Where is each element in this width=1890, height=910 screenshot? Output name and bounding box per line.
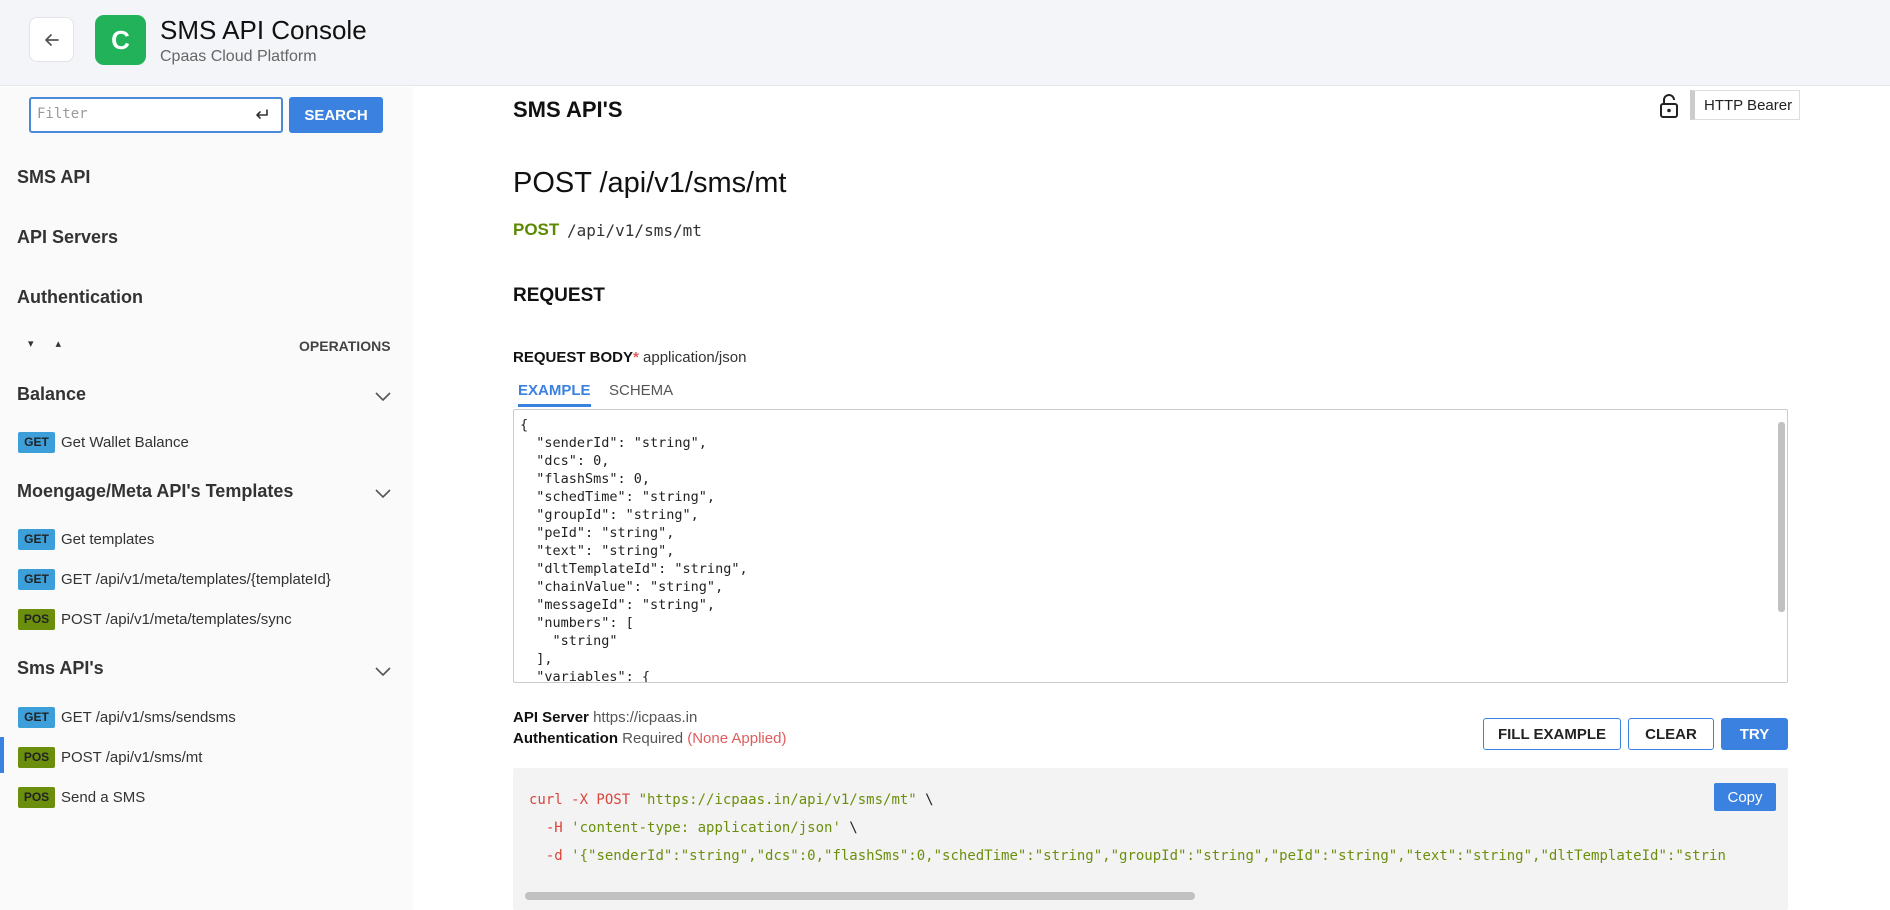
active-item-indicator	[0, 737, 4, 773]
request-body-label: REQUEST BODY* application/json	[513, 349, 746, 366]
method-badge-get: GET	[18, 528, 55, 550]
chevron-down-icon[interactable]	[374, 487, 392, 499]
http-method: POST	[513, 220, 560, 239]
main-content: SMS API'S HTTP Bearer POST /api/v1/sms/m…	[413, 87, 1890, 910]
api-server-line: API Server https://icpaas.in	[513, 709, 697, 726]
op-label: POST /api/v1/sms/mt	[61, 748, 203, 766]
required-mark: *	[633, 349, 639, 366]
operations-heading: OPERATIONS	[299, 338, 391, 354]
curl-continuation: \	[916, 792, 934, 808]
back-button[interactable]	[29, 17, 74, 62]
method-badge-post: POS	[18, 786, 55, 808]
app-header: C SMS API Console Cpaas Cloud Platform	[0, 0, 1890, 86]
curl-scrollbar-thumb[interactable]	[525, 892, 1195, 900]
method-badge-get: GET	[18, 706, 55, 728]
chevron-down-icon[interactable]	[374, 665, 392, 677]
curl-code: curl -X POST "https://icpaas.in/api/v1/s…	[529, 786, 1726, 870]
copy-button[interactable]: Copy	[1714, 783, 1776, 811]
authentication-label: Authentication	[513, 730, 618, 747]
arrow-left-icon	[44, 33, 59, 46]
clear-button[interactable]: CLEAR	[1628, 718, 1714, 750]
api-server-value: https://icpaas.in	[593, 709, 698, 726]
request-body-text[interactable]: { "senderId": "string", "dcs": 0, "flash…	[520, 416, 748, 682]
filter-field[interactable]	[29, 97, 283, 133]
op-get-sendsms[interactable]: GET GET /api/v1/sms/sendsms	[18, 706, 236, 728]
endpoint-title: POST /api/v1/sms/mt	[513, 167, 787, 199]
op-get-templates[interactable]: GET Get templates	[18, 528, 154, 550]
group-sms-apis[interactable]: Sms API's	[17, 658, 104, 679]
fill-example-button[interactable]: FILL EXAMPLE	[1483, 718, 1621, 750]
curl-flag: -X POST	[562, 792, 639, 808]
endpoint-path: /api/v1/sms/mt	[567, 221, 702, 240]
tab-schema[interactable]: SCHEMA	[609, 382, 673, 399]
method-badge-post: POS	[18, 746, 55, 768]
group-moengage-templates[interactable]: Moengage/Meta API's Templates	[17, 481, 293, 502]
filter-input[interactable]	[37, 106, 247, 122]
method-badge-get: GET	[18, 568, 55, 590]
op-get-template-by-id[interactable]: GET GET /api/v1/meta/templates/{template…	[18, 568, 331, 590]
method-badge-post: POS	[18, 608, 55, 630]
curl-snippet: curl -X POST "https://icpaas.in/api/v1/s…	[513, 768, 1788, 910]
curl-continuation: \	[840, 820, 858, 836]
op-label: GET /api/v1/sms/sendsms	[61, 708, 236, 726]
section-title: SMS API'S	[513, 97, 623, 122]
curl-header: 'content-type: application/json'	[571, 820, 841, 836]
expand-all-icon[interactable]: ▾	[28, 337, 34, 350]
group-balance[interactable]: Balance	[17, 384, 86, 405]
op-send-a-sms[interactable]: POS Send a SMS	[18, 786, 145, 808]
api-server-label: API Server	[513, 709, 589, 726]
op-label: POST /api/v1/meta/templates/sync	[61, 610, 292, 628]
curl-url: "https://icpaas.in/api/v1/sms/mt"	[638, 792, 917, 808]
search-button[interactable]: SEARCH	[289, 97, 383, 133]
tab-example[interactable]: EXAMPLE	[518, 382, 591, 407]
chevron-down-icon[interactable]	[374, 390, 392, 402]
app-logo: C	[95, 15, 146, 65]
authentication-line: Authentication Required (None Applied)	[513, 730, 786, 747]
content-type: application/json	[643, 349, 747, 366]
sidebar: SEARCH SMS API API Servers Authenticatio…	[0, 87, 413, 910]
editor-scrollbar[interactable]	[1778, 422, 1785, 612]
authentication-status: (None Applied)	[687, 730, 787, 747]
curl-command: curl	[529, 792, 563, 808]
curl-flag: -d	[529, 848, 572, 864]
curl-scrollbar[interactable]	[523, 892, 1780, 900]
curl-flag: -H	[529, 820, 572, 836]
request-body-editor[interactable]: { "senderId": "string", "dcs": 0, "flash…	[513, 409, 1788, 683]
request-heading: REQUEST	[513, 285, 605, 306]
nav-api-servers[interactable]: API Servers	[17, 227, 118, 248]
nav-authentication[interactable]: Authentication	[17, 287, 143, 308]
op-label: Send a SMS	[61, 788, 146, 806]
collapse-all-icon[interactable]: ▴	[56, 337, 62, 350]
operations-toggles: ▾ ▴	[28, 337, 61, 350]
lock-icon[interactable]	[1658, 93, 1680, 119]
app-subtitle: Cpaas Cloud Platform	[160, 48, 317, 65]
op-post-templates-sync[interactable]: POS POST /api/v1/meta/templates/sync	[18, 608, 292, 630]
auth-scheme-badge[interactable]: HTTP Bearer	[1690, 90, 1801, 120]
op-label: GET /api/v1/meta/templates/{templateId}	[61, 570, 331, 588]
curl-data: '{"senderId":"string","dcs":0,"flashSms"…	[571, 848, 1726, 864]
authentication-required: Required	[622, 730, 684, 747]
method-badge-get: GET	[18, 431, 55, 453]
try-button[interactable]: TRY	[1721, 718, 1788, 750]
op-get-wallet-balance[interactable]: GET Get Wallet Balance	[18, 431, 189, 453]
request-body-title: REQUEST BODY	[513, 349, 634, 366]
op-label: Get templates	[61, 530, 155, 548]
nav-sms-api[interactable]: SMS API	[17, 167, 90, 188]
op-post-sms-mt[interactable]: POS POST /api/v1/sms/mt	[18, 746, 202, 768]
op-label: Get Wallet Balance	[61, 433, 189, 451]
app-title: SMS API Console	[160, 15, 367, 45]
enter-icon	[256, 109, 268, 119]
